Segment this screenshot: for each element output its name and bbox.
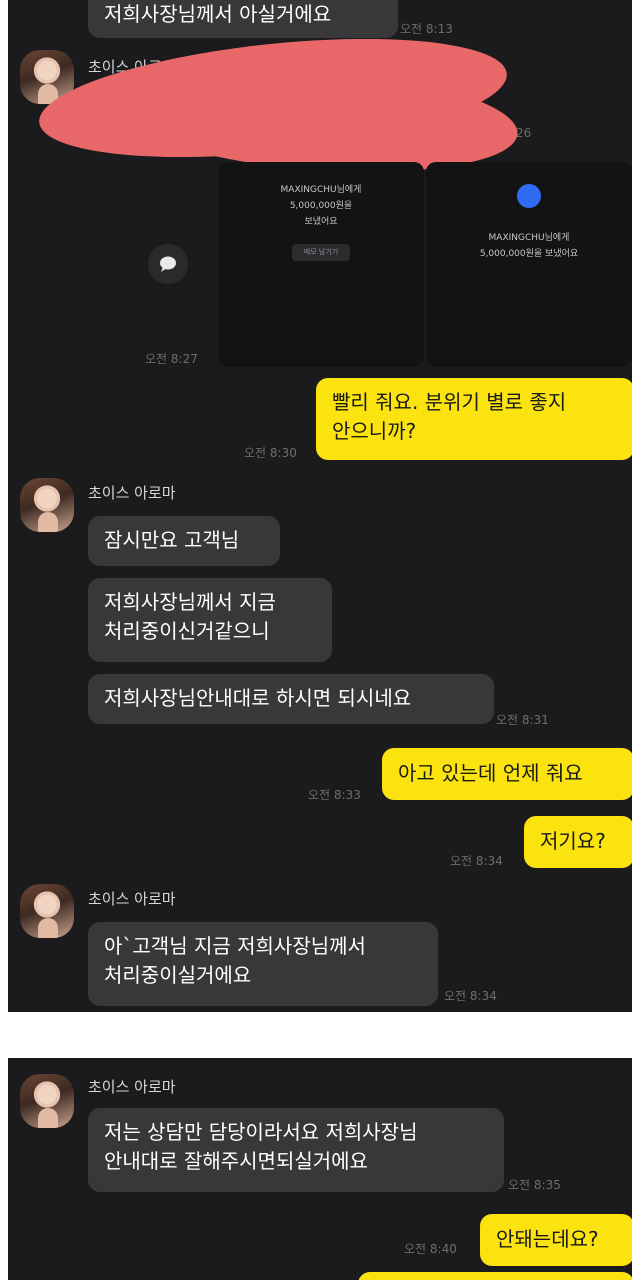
sender-name: 초이스 아로마 [88,1078,176,1096]
message-text: 저희사장님안내대로 하시면 되시네요 [104,686,412,710]
memo-button-label: 메모 남기기 [303,248,339,256]
message-bubble-incoming[interactable]: 저는 상담만 담당이라서요 저희사장님 안내대로 잘해주시면되실거에요 [88,1108,504,1192]
message-bubble-incoming[interactable]: 저희사장님안내대로 하시면 되시네요 [88,674,494,724]
message-text: 빨리 줘요. 분위기 별로 좋지 [332,390,567,414]
avatar[interactable] [20,478,74,532]
message-bubble-outgoing[interactable]: 저기요? [524,816,632,868]
avatar[interactable] [20,884,74,938]
message-time: 오전 8:35 [508,1178,561,1192]
sender-name: 초이스 아로마 [88,484,176,502]
message-bubble-outgoing[interactable]: 빨리 줘요. 분위기 별로 좋지 안으니까? [316,378,632,460]
transfer-recipient: MAXINGCHU님에게 [280,185,362,195]
message-bubble-incoming[interactable]: 아`고객님 지금 저희사장님께서 처리중이실거에요 [88,922,438,1006]
message-text: 아고 있는데 언제 줘요 [398,761,583,785]
message-bubble-outgoing[interactable]: 아고 있는데 언제 줘요 [382,748,632,800]
message-text: 안돼는데요? [496,1227,599,1251]
message-text: 저기요? [540,829,606,853]
transfer-card[interactable]: MAXINGCHU님에게 5,000,000원을 보냈어요 메모 남기기 [218,162,424,367]
message-time: 오전 8:27 [145,352,198,366]
message-time: 오전 8:34 [450,854,503,868]
message-bubble-outgoing[interactable]: 안돼는데요? [480,1214,632,1266]
message-time: 오전 8:40 [404,1242,457,1256]
message-text: 안으니까? [332,419,417,443]
message-time: 오전 8:31 [496,713,549,727]
message-bubble-incoming[interactable]: 저희사장님께서 지금 처리중이신거같으니 [88,578,332,662]
memo-button[interactable]: 메모 남기기 [292,244,350,261]
transfer-status: 보냈어요 [304,217,338,227]
transfer-amount: 5,000,000원을 [289,201,353,211]
transfer-amount: 5,000,000원을 보냈어요 [479,249,579,259]
chat-screenshot-2: 초이스 아로마 저는 상담만 담당이라서요 저희사장님 안내대로 잘해주시면되실… [8,1058,632,1280]
message-time: 오전 8:13 [400,22,453,36]
transfer-dot-icon [517,184,541,208]
message-bubble-incoming[interactable]: 잠시만요 고객님 [88,516,280,566]
sender-name: 초이스 아로마 [88,890,176,908]
message-time: 오전 8:34 [444,989,497,1003]
speech-bubble-glyph [160,256,176,272]
transfer-card[interactable]: MAXINGCHU님에게 5,000,000원을 보냈어요 [426,162,632,367]
message-bubble-incoming[interactable]: 저희사장님께서 아실거에요 [88,0,398,38]
message-bubble-outgoing-partial[interactable] [358,1272,632,1280]
transfer-recipient: MAXINGCHU님에게 [488,233,570,243]
chat-screenshot-1: 저희사장님께서 아실거에요 오전 8:13 초이스 아로마 26 MAXINGC… [8,0,632,1012]
message-time: 26 [516,126,532,140]
message-text: 저는 상담만 담당이라서요 저희사장님 [104,1120,418,1144]
message-text: 잠시만요 고객님 [104,528,240,552]
message-time: 오전 8:30 [244,446,297,460]
message-text: 저희사장님께서 아실거에요 [104,2,332,26]
message-text: 아`고객님 지금 저희사장님께서 [104,934,366,958]
speech-bubble-icon[interactable] [148,244,188,284]
message-time: 오전 8:33 [308,788,361,802]
message-text: 저희사장님께서 지금 [104,590,276,614]
message-text: 처리중이실거에요 [104,963,252,987]
avatar[interactable] [20,1074,74,1128]
message-text: 처리중이신거같으니 [104,619,270,643]
message-text: 안내대로 잘해주시면되실거에요 [104,1149,368,1173]
